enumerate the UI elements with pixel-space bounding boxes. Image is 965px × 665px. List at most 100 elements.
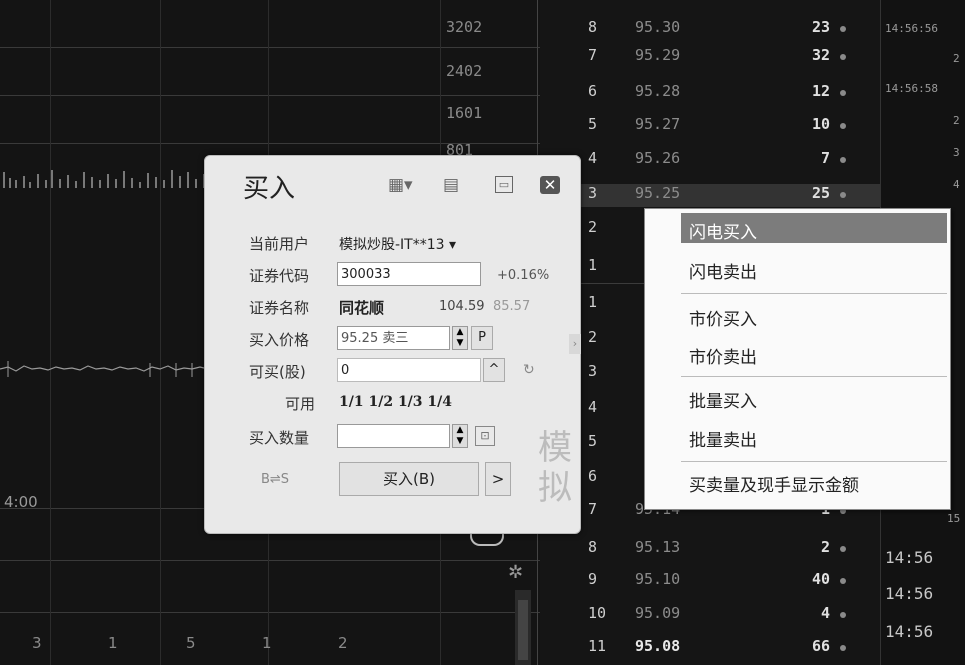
close-icon[interactable]: ✕ xyxy=(540,176,560,194)
usable-label: 可用 xyxy=(285,395,316,413)
volume: 23 xyxy=(811,18,830,36)
order-row[interactable]: 4 95.26 7 xyxy=(580,149,880,172)
account-icon[interactable]: ▦▾ xyxy=(388,176,413,194)
level-number: 5 xyxy=(588,115,598,133)
volume: 12 xyxy=(811,82,830,100)
refresh-button[interactable]: ^ xyxy=(483,358,505,382)
buy-dialog: 买入 ▦▾ ▤ ▭ ✕ 当前用户 模拟炒股-IT**13 ▾ 证券代码 3000… xyxy=(204,155,581,534)
qty-stepper[interactable]: ▲ ▼ xyxy=(452,424,468,448)
price: 95.27 xyxy=(635,115,681,133)
user-select[interactable]: 模拟炒股-IT**13 ▾ xyxy=(339,234,456,254)
x-axis-label: 5 xyxy=(186,634,196,652)
grid-line xyxy=(0,560,540,561)
level-number: 5 xyxy=(588,432,598,450)
volume: 40 xyxy=(811,570,830,588)
level-number: 7 xyxy=(588,46,598,64)
tick-time: 14:56:56 xyxy=(885,22,938,35)
dot-icon xyxy=(840,123,846,129)
scrollbar[interactable] xyxy=(515,590,531,665)
dot-icon xyxy=(840,26,846,32)
price: 95.25 xyxy=(635,184,681,202)
tick-time: 14:56:58 xyxy=(885,82,938,95)
order-row[interactable]: 6 95.28 12 xyxy=(580,82,880,105)
avail-value: 0 xyxy=(337,358,481,382)
volume: 25 xyxy=(811,184,830,202)
time-label: 4:00 xyxy=(4,493,38,511)
volume: 32 xyxy=(811,46,830,64)
volume: 7 xyxy=(820,149,830,167)
level-number: 8 xyxy=(588,538,598,556)
menu-item-batch-buy[interactable]: 批量买入 xyxy=(689,387,757,412)
price: 95.26 xyxy=(635,149,681,167)
buy-button[interactable]: 买入(B) xyxy=(339,462,479,496)
order-row[interactable]: 8 95.13 2 xyxy=(580,538,880,561)
dialog-title: 买入 xyxy=(243,174,296,204)
menu-item-market-buy[interactable]: 市价买入 xyxy=(689,305,757,330)
tick-count: 2 xyxy=(953,114,960,127)
level-number: 1 xyxy=(588,256,598,274)
scrollbar-thumb[interactable] xyxy=(518,600,528,660)
menu-item-market-sell[interactable]: 市价卖出 xyxy=(689,343,757,368)
user-label: 当前用户 xyxy=(249,235,310,253)
x-axis-label: 2 xyxy=(338,634,348,652)
level-number: 4 xyxy=(588,149,598,167)
indicator-line xyxy=(0,361,209,377)
price-stepper[interactable]: ▲ ▼ xyxy=(452,326,468,350)
tick-time: 14:56 xyxy=(885,548,934,567)
price-label: 买入价格 xyxy=(249,331,310,349)
mock-text: 模拟 xyxy=(538,428,572,508)
mock-watermark: 模拟 xyxy=(538,428,572,508)
tick-count: 3 xyxy=(953,146,960,159)
dot-icon xyxy=(840,192,846,198)
menu-item-flash-sell[interactable]: 闪电卖出 xyxy=(689,258,757,283)
order-row[interactable]: 7 95.29 32 xyxy=(580,46,880,69)
order-row[interactable]: 10 95.09 4 xyxy=(580,604,880,627)
menu-item-flash-buy[interactable]: 闪电买入 xyxy=(689,218,757,243)
order-row[interactable]: 8 95.30 23 xyxy=(580,18,880,41)
list-icon[interactable]: ▤ xyxy=(441,176,461,194)
menu-item-show-amount[interactable]: 买卖量及现手显示金额 xyxy=(689,471,859,496)
y-axis-label: 2402 xyxy=(446,62,483,80)
price: 95.09 xyxy=(635,604,681,622)
menu-separator xyxy=(681,376,947,377)
grid-line xyxy=(50,0,51,665)
fraction-shortcuts[interactable]: 1/1 1/2 1/3 1/4 xyxy=(339,394,452,410)
expand-icon[interactable]: › xyxy=(569,334,581,354)
lock-icon[interactable]: ⊡ xyxy=(475,426,495,446)
next-button[interactable]: > xyxy=(485,462,511,496)
qty-input[interactable] xyxy=(337,424,450,448)
sync-icon[interactable]: ↻ xyxy=(523,362,535,378)
window-icon[interactable]: ▭ xyxy=(495,176,513,193)
order-row[interactable]: 11 95.08 66 xyxy=(580,637,880,660)
dot-icon xyxy=(840,546,846,552)
order-row[interactable]: 9 95.10 40 xyxy=(580,570,880,593)
volume: 4 xyxy=(820,604,830,622)
price-mode-button[interactable]: P xyxy=(471,326,493,350)
y-axis-label: 3202 xyxy=(446,18,483,36)
price-input[interactable]: 95.25 卖三 xyxy=(337,326,450,350)
dot-icon xyxy=(840,157,846,163)
price: 95.28 xyxy=(635,82,681,100)
x-axis-label: 3 xyxy=(32,634,42,652)
price: 95.13 xyxy=(635,538,681,556)
grid-line xyxy=(160,0,161,665)
context-menu: 闪电买入 闪电卖出 市价买入 市价卖出 批量买入 批量卖出 买卖量及现手显示金额 xyxy=(644,208,951,510)
volume-bars xyxy=(3,170,205,188)
tick-time: 14:56 xyxy=(885,584,934,603)
dot-icon xyxy=(840,612,846,618)
grid-line xyxy=(0,612,540,613)
level-number: 2 xyxy=(588,328,598,346)
stock-name: 同花顺 xyxy=(339,299,385,317)
gear-icon[interactable]: ✲ xyxy=(508,562,523,583)
price: 95.30 xyxy=(635,18,681,36)
bs-toggle[interactable]: B⇌S xyxy=(261,472,289,487)
level-number: 4 xyxy=(588,398,598,416)
change-percent: +0.16% xyxy=(497,268,550,283)
menu-separator xyxy=(681,461,947,462)
menu-item-batch-sell[interactable]: 批量卖出 xyxy=(689,426,757,451)
menu-separator xyxy=(681,293,947,294)
code-input[interactable]: 300033 xyxy=(337,262,481,286)
order-row[interactable]: 3 95.25 25 xyxy=(580,184,880,207)
name-label: 证券名称 xyxy=(249,299,310,317)
order-row[interactable]: 5 95.27 10 xyxy=(580,115,880,138)
